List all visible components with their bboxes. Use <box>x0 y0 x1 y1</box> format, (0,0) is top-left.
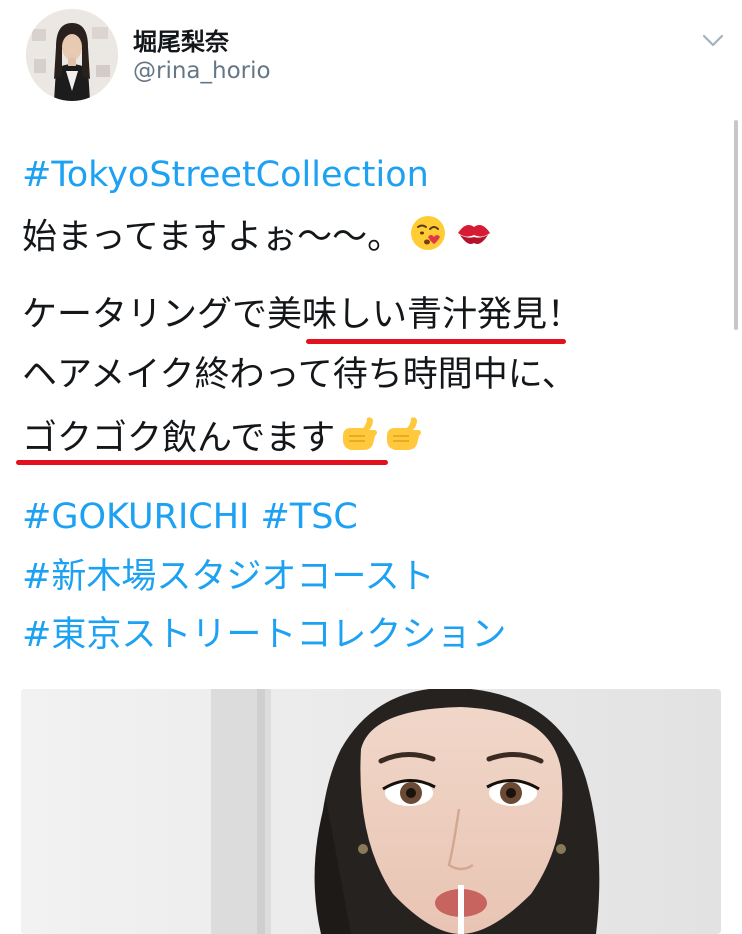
hashtag-venue[interactable]: #新木場スタジオコースト <box>22 557 435 597</box>
tweet-text: ゴクゴク飲んでます <box>22 418 336 459</box>
tweet-photo[interactable] <box>21 689 721 934</box>
tweet-view: 堀尾梨奈 @rina_horio #TokyoStreetCollection … <box>0 0 742 934</box>
red-underline-annotation <box>16 460 388 465</box>
user-handle[interactable]: @rina_horio <box>133 58 271 84</box>
hashtag-tokyostreetcollection[interactable]: #TokyoStreetCollection <box>22 155 429 195</box>
hashtag-gokurichi[interactable]: #GOKURICHI <box>22 497 249 537</box>
kissing-face-emoji <box>408 213 448 264</box>
tweet-text: 始まってますよぉ〜〜。 <box>22 217 403 258</box>
scrollbar[interactable] <box>734 120 738 330</box>
hashtag-tsc[interactable]: #TSC <box>261 497 358 537</box>
tweet-line-catering: ケータリングで美味しい青汁発見！ <box>22 293 582 337</box>
hashtag-tokyo-street-collection-jp[interactable]: #東京ストリートコレクション <box>22 615 506 655</box>
chevron-down-icon[interactable] <box>700 30 726 50</box>
hashtag-line-2: #GOKURICHI #TSC <box>22 495 358 539</box>
hashtag-line-1: #TokyoStreetCollection <box>22 153 429 197</box>
display-name[interactable]: 堀尾梨奈 <box>133 22 229 57</box>
avatar[interactable] <box>26 9 118 101</box>
tweet-line-started: 始まってますよぉ〜〜。 <box>22 213 494 264</box>
tweet-text: ヘアメイク終わって待ち時間中に、 <box>22 355 577 395</box>
tweet-text: ケータリングで美味しい青汁発見！ <box>22 295 583 335</box>
red-underline-annotation <box>306 339 566 344</box>
call-me-hand-emoji <box>337 414 381 465</box>
kiss-mark-emoji <box>454 213 494 264</box>
hashtag-line-3: #新木場スタジオコースト <box>22 555 435 599</box>
hashtag-line-4: #東京ストリートコレクション <box>22 613 506 657</box>
tweet-line-drinking: ゴクゴク飲んでます <box>22 414 425 465</box>
tweet-line-hairmake: ヘアメイク終わって待ち時間中に、 <box>22 353 577 397</box>
call-me-hand-emoji <box>381 414 425 465</box>
